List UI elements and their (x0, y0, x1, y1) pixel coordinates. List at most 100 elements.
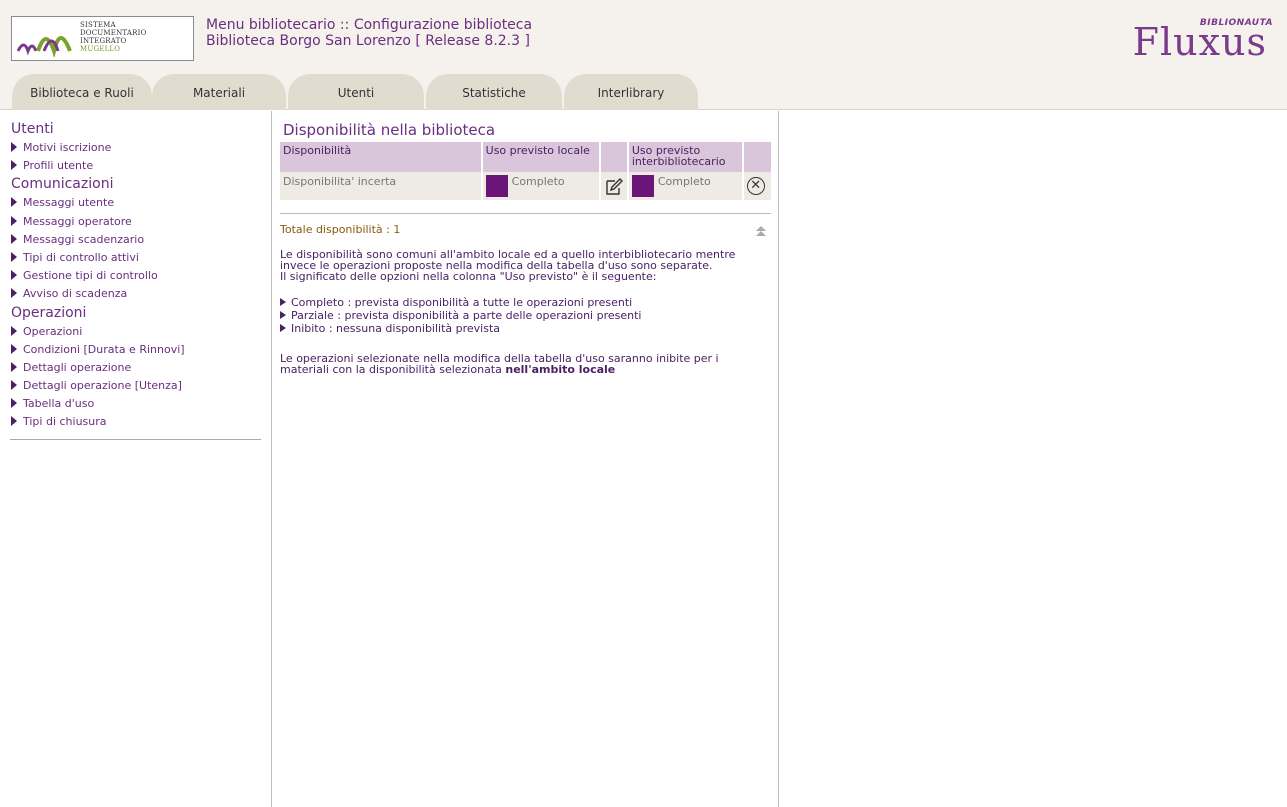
color-swatch (485, 175, 508, 197)
cell-edit (599, 172, 629, 200)
sidebar-item-label: Motivi iscrizione (23, 141, 112, 154)
menu-title: Menu bibliotecario :: Configurazione bib… (206, 17, 533, 33)
triangle-bullet-icon (11, 251, 17, 262)
table-header-row: Disponibilità Uso previsto locale Uso pr… (280, 142, 771, 172)
cell-delete: ✕ (742, 172, 771, 200)
tab-statistiche[interactable]: Statistiche (426, 74, 562, 110)
triangle-bullet-icon (11, 197, 17, 208)
triangle-bullet-icon (11, 398, 17, 409)
sidebar-item-label: Operazioni (23, 324, 83, 338)
sidebar-item-label: Condizioni [Durata e Rinnovi] (23, 342, 185, 356)
triangle-bullet-icon (11, 215, 17, 226)
sidebar-item-label: Tabella d'uso (23, 397, 95, 411)
triangle-bullet-icon (280, 311, 286, 319)
cell-uso-locale: Completo (481, 172, 601, 200)
sidebar-section-comunicazioni: Comunicazioni (11, 176, 114, 193)
triangle-bullet-icon (11, 233, 17, 244)
delete-circle-icon[interactable]: ✕ (746, 177, 765, 195)
logo-line: INTEGRATO (80, 37, 127, 45)
options-list: Completo : prevista disponibilità a tutt… (280, 297, 641, 336)
fluxus-logo[interactable]: BIBLIONAUTA Fluxus (1125, 14, 1275, 64)
info-paragraph-2: Le operazioni selezionate nella modifica… (280, 353, 766, 375)
col-header-edit (599, 142, 629, 172)
uso-locale-value: Completo (511, 175, 565, 188)
main-content: Disponibilità nella biblioteca Disponibi… (273, 111, 779, 807)
option-text: Parziale : prevista disponibilità a part… (291, 309, 642, 322)
option-text: Completo : prevista disponibilità a tutt… (291, 296, 633, 309)
tab-materiali[interactable]: Materiali (152, 74, 286, 110)
back-to-top-icon[interactable] (755, 225, 767, 237)
triangle-bullet-icon (11, 288, 17, 299)
sidebar-item-label: Dettagli operazione [Utenza] (23, 379, 182, 393)
sidebar-item-label: Avviso di scadenza (23, 287, 128, 301)
col-header-uso-inter: Uso previsto interbibliotecario (627, 142, 744, 172)
sidebar-item-condizioni[interactable]: Condizioni [Durata e Rinnovi] (0, 341, 271, 359)
sidebar-section-utenti: Utenti (11, 121, 54, 137)
sidebar-item-label: Profili utente (23, 159, 94, 173)
sidebar-item-label: Gestione tipi di controllo (23, 269, 158, 283)
triangle-bullet-icon (280, 298, 286, 306)
content-divider (280, 213, 771, 214)
uso-inter-value: Completo (657, 175, 711, 188)
sidebar-item-tipi-di-controllo-attivi[interactable]: Tipi di controllo attivi (0, 249, 271, 267)
brand-name: Fluxus (1132, 20, 1267, 64)
col-header-delete (742, 142, 771, 172)
sidebar-item-label: Messaggi utente (23, 196, 115, 210)
triangle-bullet-icon (11, 142, 17, 152)
triangle-bullet-icon (11, 160, 17, 171)
sidebar-item-messaggi-utente[interactable]: Messaggi utente (0, 194, 271, 212)
sidebar-item-dettagli-operazione[interactable]: Dettagli operazione (0, 359, 271, 377)
sdim-logo[interactable]: SISTEMA DOCUMENTARIO INTEGRATO MUGELLO (11, 16, 194, 61)
sidebar-item-label: Messaggi operatore (23, 214, 132, 228)
col-header-disponibilita: Disponibilità (280, 142, 483, 172)
sidebar-item-tipi-di-chiusura[interactable]: Tipi di chiusura (0, 413, 271, 431)
color-swatch (631, 175, 654, 197)
triangle-bullet-icon (11, 343, 17, 354)
triangle-bullet-icon (11, 361, 17, 372)
sidebar-item-messaggi-operatore[interactable]: Messaggi operatore (0, 213, 271, 231)
tab-interlibrary[interactable]: Interlibrary (564, 74, 698, 110)
total-count: Totale disponibilità : 1 (280, 223, 401, 236)
triangle-bullet-icon (280, 324, 286, 332)
list-item: Inibito : nessuna disponibilità prevista (280, 323, 641, 336)
sidebar-item-tabella-duso[interactable]: Tabella d'uso (0, 395, 271, 413)
logo-line: DOCUMENTARIO (80, 29, 147, 37)
col-header-uso-locale: Uso previsto locale (481, 142, 601, 172)
sidebar-item-profili-utente[interactable]: Profili utente (0, 157, 271, 175)
section-title: Disponibilità nella biblioteca (283, 121, 496, 139)
page-title: Menu bibliotecario :: Configurazione bib… (206, 17, 532, 49)
header: SISTEMA DOCUMENTARIO INTEGRATO MUGELLO M… (0, 0, 1287, 110)
info-text: Le disponibilità sono comuni all'ambito … (280, 248, 736, 272)
info-text: Il significato delle opzioni nella colon… (280, 270, 657, 283)
sidebar-divider (10, 438, 261, 440)
tab-biblioteca-e-ruoli[interactable]: Biblioteca e Ruoli (12, 74, 152, 110)
sidebar-item-label: Messaggi scadenzario (23, 232, 145, 246)
logo-line: SISTEMA (80, 21, 116, 29)
sidebar-item-label: Tipi di controllo attivi (23, 250, 139, 264)
triangle-bullet-icon (11, 325, 17, 336)
cell-uso-inter: Completo (627, 172, 744, 200)
sidebar-item-operazioni[interactable]: Operazioni (0, 323, 271, 341)
library-title: Biblioteca Borgo San Lorenzo [ Release 8… (206, 33, 530, 49)
cell-disponibilita: Disponibilita' incerta (280, 172, 483, 200)
sidebar-item-label: Tipi di chiusura (23, 415, 107, 429)
edit-icon[interactable] (604, 177, 624, 197)
sidebar-item-gestione-tipi-di-controllo[interactable]: Gestione tipi di controllo (0, 267, 271, 285)
sidebar-item-avviso-di-scadenza[interactable]: Avviso di scadenza (0, 285, 271, 303)
tab-utenti[interactable]: Utenti (288, 74, 424, 110)
sdim-logo-mark-icon (16, 36, 72, 57)
sidebar-item-messaggi-scadenzario[interactable]: Messaggi scadenzario (0, 231, 271, 249)
info-text: Le operazioni selezionate nella modifica… (280, 352, 719, 376)
sidebar-item-motivi-iscrizione[interactable]: Motivi iscrizione (0, 139, 271, 157)
sidebar-item-label: Dettagli operazione (23, 360, 132, 374)
info-paragraph-1: Le disponibilità sono comuni all'ambito … (280, 249, 770, 282)
sidebar-item-dettagli-operazione-utenza[interactable]: Dettagli operazione [Utenza] (0, 377, 271, 395)
availability-table: Disponibilità Uso previsto locale Uso pr… (280, 142, 771, 200)
triangle-bullet-icon (11, 380, 17, 391)
logo-line: MUGELLO (80, 45, 121, 53)
table-row: Disponibilita' incerta Completo Completo… (280, 172, 771, 200)
triangle-bullet-icon (11, 270, 17, 281)
sidebar-section-operazioni: Operazioni (11, 304, 87, 321)
sidebar: Utenti Motivi iscrizione Profili utente … (0, 111, 272, 807)
triangle-bullet-icon (11, 416, 17, 427)
